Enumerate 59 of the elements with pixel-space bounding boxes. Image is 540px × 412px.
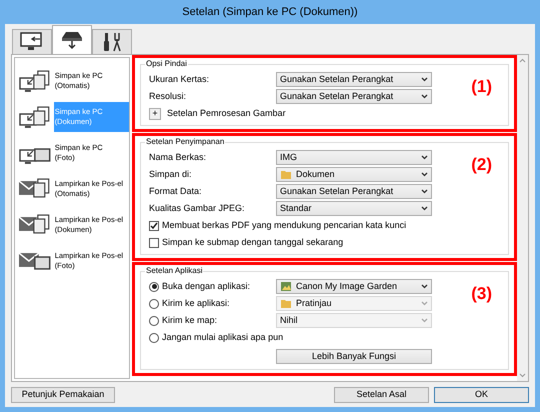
dropdown[interactable]: Gunakan Setelan Perangkat [276,89,432,104]
field-label: Ukuran Kertas: [149,72,210,86]
computer-document-icon [18,68,52,94]
monitor-icon [20,32,44,52]
radio-option[interactable]: Buka dengan aplikasi: [149,280,276,294]
caret-icon [421,94,428,99]
field-label: Format Data: [149,184,203,198]
field-label: Resolusi: [149,90,188,103]
tools-icon [101,31,123,53]
dropdown[interactable]: Gunakan Setelan Perangkat [276,72,432,87]
dialog-button[interactable]: OK [434,386,529,402]
checkbox[interactable] [149,220,159,230]
scanner-icon [60,30,84,50]
radio-button[interactable] [149,298,159,308]
tab[interactable] [92,29,132,54]
expander-label: Setelan Pemrosesan Gambar [167,106,286,120]
callout-number: (3) [471,283,492,305]
group-title: Opsi Pindai [145,59,188,69]
caret-icon [421,318,428,323]
checkbox-option[interactable]: Simpan ke submap dengan tanggal sekarang [149,234,500,251]
caret-icon [421,77,428,82]
caret-icon [421,172,428,177]
dropdown[interactable]: Dokumen [276,167,432,182]
caret-icon [421,206,428,211]
caret-icon [421,301,428,306]
expand-button[interactable]: + [149,108,161,120]
radio-option[interactable]: Kirim ke aplikasi: [149,296,276,310]
callout-number: (1) [471,76,492,98]
field-label: Nama Berkas: [149,150,208,164]
app-icon [280,281,292,292]
checkbox-option[interactable]: Membuat berkas PDF yang mendukung pencarian kata kunci [149,217,500,234]
tab[interactable] [12,29,52,54]
radio-button[interactable] [149,316,159,326]
group-title: Setelan Aplikasi [145,266,204,276]
callout-number: (2) [471,154,492,176]
dropdown[interactable]: Standar [276,201,432,216]
more-functions-button[interactable]: Lebih Banyak Fungsi [276,348,432,364]
caret-icon [421,284,428,289]
dialog-button[interactable]: Setelan Asal [334,386,429,402]
folder-icon [280,169,292,180]
caret-icon [421,189,428,194]
field-label: Simpan di: [149,168,193,181]
group-title: Setelan Penyimpanan [145,137,226,147]
field-label: Kualitas Gambar JPEG: [149,202,246,215]
checkbox[interactable] [149,238,159,248]
dropdown[interactable]: Gunakan Setelan Perangkat [276,184,432,199]
window-title: Setelan (Simpan ke PC (Dokumen)) [182,4,358,20]
folder-icon [280,298,292,309]
computer-document-icon [18,104,52,130]
checkmark-icon [150,222,158,230]
caret-icon [421,155,428,160]
radio-button[interactable] [149,332,159,342]
radio-option[interactable]: Kirim ke map: [149,314,276,328]
dropdown[interactable]: Canon My Image Garden [276,279,432,294]
tab[interactable] [52,25,92,54]
radio-option[interactable]: Jangan mulai aplikasi apa pun [149,330,284,344]
dropdown[interactable]: IMG [276,150,432,165]
help-button[interactable]: Petunjuk Pemakaian [11,386,115,402]
radio-button[interactable] [149,282,159,292]
